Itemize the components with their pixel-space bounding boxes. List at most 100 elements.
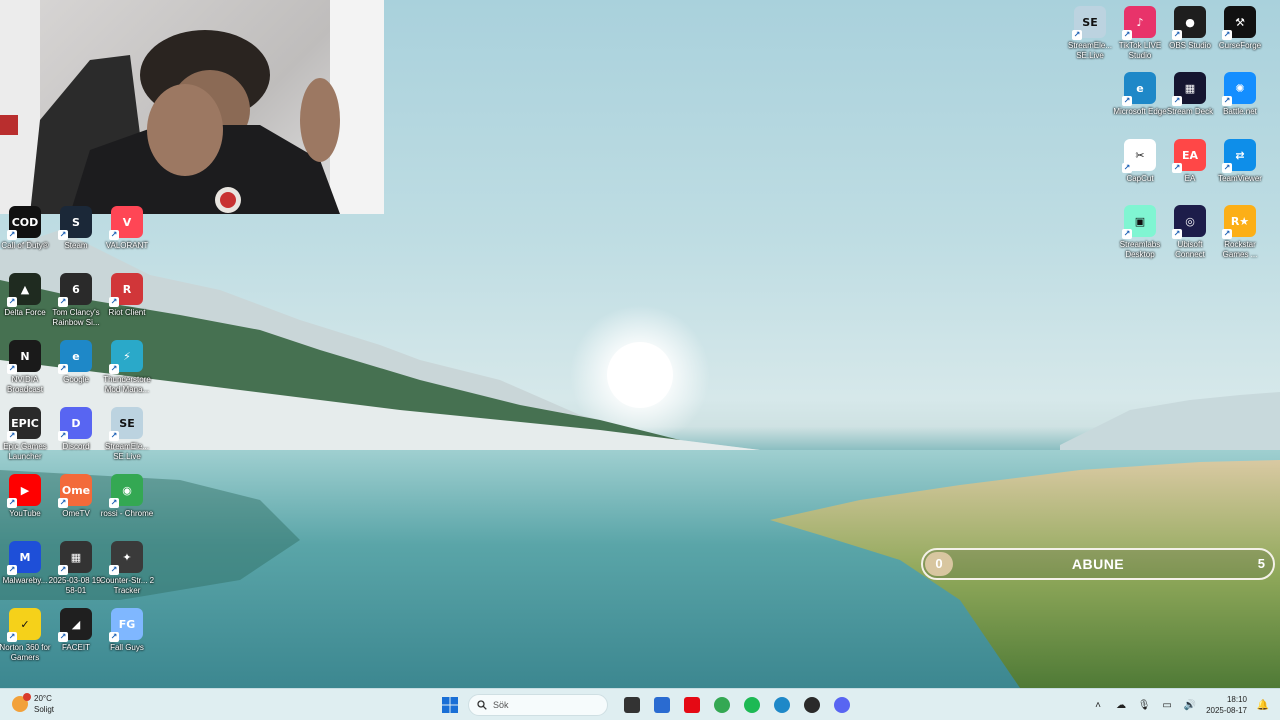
desktop-icon-epic-games[interactable]: EPIC ↗ Epic Games Launcher bbox=[0, 407, 50, 462]
desktop-icon-norton[interactable]: ✓ ↗ Norton 360 for Gamers bbox=[0, 608, 51, 663]
desktop-icon-label: Call of Duty® bbox=[1, 241, 49, 250]
microphone-icon[interactable]: 🎙 bbox=[1137, 698, 1151, 712]
chrome-button[interactable] bbox=[710, 693, 734, 717]
desktop-icon-malwarebytes[interactable]: M ↗ Malwareby... bbox=[0, 541, 50, 586]
desktop-icon-delta-force[interactable]: ▲ ↗ Delta Force bbox=[0, 273, 50, 318]
epic-games-icon-glyph: EPIC bbox=[11, 416, 39, 430]
desktop-icon-teamviewer[interactable]: ⇄ ↗ TeamViewer bbox=[1215, 139, 1265, 184]
desktop-icon-cs2-tracker[interactable]: ✦ ↗ Counter-Str... 2 Tracker bbox=[100, 541, 154, 596]
weather-condition: Soligt bbox=[34, 705, 55, 714]
desktop-icon-ometv[interactable]: Ome ↗ OmeTV bbox=[51, 474, 101, 519]
start-button[interactable] bbox=[438, 693, 462, 717]
shortcut-arrow-icon: ↗ bbox=[1172, 96, 1182, 106]
desktop-icon-label: CurseForge bbox=[1218, 41, 1262, 50]
cs2-tracker-icon-glyph: ✦ bbox=[122, 550, 132, 564]
desktop-icon-label: Thunderstore Mod Mana... bbox=[103, 375, 151, 394]
desktop-icon-faceit[interactable]: ◢ ↗ FACEIT bbox=[51, 608, 101, 653]
desktop-icon-streamelements[interactable]: SE ↗ StreamEle... SE.Live bbox=[1065, 6, 1115, 61]
desktop-icon-label: StreamEle... SE.Live bbox=[104, 442, 149, 461]
desktop-icon-label: Rockstar Games ... bbox=[1222, 240, 1258, 259]
stream-deck-icon: ▦ ↗ bbox=[1172, 72, 1206, 106]
desktop-icon-valorant[interactable]: V ↗ VALORANT bbox=[102, 206, 152, 251]
desktop-icon-label: VALORANT bbox=[105, 241, 149, 250]
desktop-icon-youtube[interactable]: ▶ ↗ YouTube bbox=[0, 474, 50, 519]
obs-icon-glyph: ● bbox=[1185, 15, 1195, 29]
chevron-up-icon[interactable]: ˄ bbox=[1091, 698, 1105, 712]
desktop-icon-label: StreamEle... SE.Live bbox=[1067, 41, 1112, 60]
video-file-icon: ▦ ↗ bbox=[58, 541, 92, 575]
desktop-icon-steam[interactable]: S ↗ Steam bbox=[51, 206, 101, 251]
desktop-icon-call-of-duty[interactable]: COD ↗ Call of Duty® bbox=[0, 206, 50, 251]
desktop-icon-capcut[interactable]: ✂ ↗ CapCut bbox=[1115, 139, 1165, 184]
desktop-icon-riot-client[interactable]: R ↗ Riot Client bbox=[102, 273, 152, 318]
desktop-icon-label: OBS Studio bbox=[1169, 41, 1211, 50]
streamelements-icon-glyph: SE bbox=[119, 416, 135, 430]
desktop-icon-label: Battle.net bbox=[1223, 107, 1257, 116]
desktop-icon-label: YouTube bbox=[9, 509, 41, 518]
desktop-icon-video-file[interactable]: ▦ ↗ 2025-03-08 19-58-01 bbox=[49, 541, 103, 596]
riot-client-icon: R ↗ bbox=[109, 273, 143, 307]
desktop-icon-curseforge[interactable]: ⚒ ↗ CurseForge bbox=[1215, 6, 1265, 51]
netflix-icon bbox=[684, 697, 700, 713]
desktop-icon-obs[interactable]: ● ↗ OBS Studio bbox=[1165, 6, 1215, 51]
system-tray: ˄ ☁ 🎙 ▭ 🔊 18:10 2025-08-17 🔔 bbox=[1091, 689, 1280, 720]
desktop-icon-battlenet[interactable]: ✺ ↗ Battle.net bbox=[1215, 72, 1265, 117]
desktop-icon-label: Delta Force bbox=[4, 308, 46, 317]
desktop-icon-fall-guys[interactable]: FG ↗ Fall Guys bbox=[102, 608, 152, 653]
teamviewer-icon: ⇄ ↗ bbox=[1222, 139, 1256, 173]
thunderstore-icon: ⚡ ↗ bbox=[109, 340, 143, 374]
taskbar-search-box[interactable]: Sök bbox=[468, 694, 608, 716]
network-icon[interactable]: ▭ bbox=[1160, 698, 1174, 712]
curseforge-icon: ⚒ ↗ bbox=[1222, 6, 1256, 40]
edge-icon-glyph: e bbox=[1136, 81, 1144, 95]
onedrive-cloud-icon[interactable]: ☁ bbox=[1114, 698, 1128, 712]
desktop-icon-chrome[interactable]: ◉ ↗ rossi - Chrome bbox=[101, 474, 153, 519]
desktop-icon-label: OmeTV bbox=[62, 509, 90, 518]
desktop-icon-rockstar[interactable]: R★ ↗ Rockstar Games ... bbox=[1215, 205, 1265, 260]
desktop-icon-nvidia-broadcast[interactable]: N ↗ NVIDIA Broadcast bbox=[0, 340, 50, 395]
malwarebytes-icon: M ↗ bbox=[7, 541, 41, 575]
weather-widget[interactable]: 20°C Soligt bbox=[12, 693, 54, 715]
desktop-icon-thunderstore[interactable]: ⚡ ↗ Thunderstore Mod Mana... bbox=[102, 340, 152, 395]
teamviewer-icon-glyph: ⇄ bbox=[1235, 148, 1245, 162]
obs-icon: ● ↗ bbox=[1172, 6, 1206, 40]
video-file-icon-glyph: ▦ bbox=[70, 550, 82, 564]
rainbow-six-icon: 6 ↗ bbox=[58, 273, 92, 307]
ometv-icon-glyph: Ome bbox=[61, 483, 91, 497]
edge-button[interactable] bbox=[770, 693, 794, 717]
desktop-icon-tiktok-live[interactable]: ♪ ↗ TikTok LIVE Studio bbox=[1115, 6, 1165, 61]
ea-icon-glyph: EA bbox=[1181, 148, 1199, 162]
desktop-icon-ea[interactable]: EA ↗ EA bbox=[1165, 139, 1215, 184]
shortcut-arrow-icon: ↗ bbox=[58, 632, 68, 642]
desktop-icon-discord[interactable]: D ↗ Discord bbox=[51, 407, 101, 452]
shortcut-arrow-icon: ↗ bbox=[1222, 96, 1232, 106]
desktop-icon-edge-google[interactable]: e ↗ Google bbox=[51, 340, 101, 385]
desktop-icon-label: Norton 360 for Gamers bbox=[0, 643, 51, 662]
obs-button[interactable] bbox=[800, 693, 824, 717]
valorant-icon-glyph: V bbox=[122, 215, 132, 229]
clock[interactable]: 18:10 2025-08-17 bbox=[1206, 694, 1247, 716]
shortcut-arrow-icon: ↗ bbox=[1172, 229, 1182, 239]
task-view-icon bbox=[624, 697, 640, 713]
streamlabs-icon: ▣ ↗ bbox=[1122, 205, 1156, 239]
desktop-icon-edge[interactable]: e ↗ Microsoft Edge bbox=[1113, 72, 1167, 117]
ms-store-button[interactable] bbox=[650, 693, 674, 717]
desktop-icon-streamelements[interactable]: SE ↗ StreamEle... SE.Live bbox=[102, 407, 152, 462]
spotify-button[interactable] bbox=[740, 693, 764, 717]
notification-icon[interactable]: 🔔 bbox=[1256, 698, 1270, 712]
task-view-button[interactable] bbox=[620, 693, 644, 717]
cs2-tracker-icon: ✦ ↗ bbox=[109, 541, 143, 575]
desktop-icon-streamlabs[interactable]: ▣ ↗ Streamlabs Desktop bbox=[1115, 205, 1165, 260]
desktop-icon-ubisoft[interactable]: ◎ ↗ Ubisoft Connect bbox=[1165, 205, 1215, 260]
faceit-icon-glyph: ◢ bbox=[71, 617, 81, 631]
taskbar: 20°C Soligt Sök ˄ ☁ 🎙 ▭ 🔊 18:10 2025-08-… bbox=[0, 688, 1280, 720]
store-icon bbox=[654, 697, 670, 713]
discord-button[interactable] bbox=[830, 693, 854, 717]
volume-icon[interactable]: 🔊 bbox=[1183, 698, 1197, 712]
nvidia-broadcast-icon: N ↗ bbox=[7, 340, 41, 374]
desktop-icon-stream-deck[interactable]: ▦ ↗ Stream Deck bbox=[1165, 72, 1215, 117]
netflix-button[interactable] bbox=[680, 693, 704, 717]
desktop-icon-label: Epic Games Launcher bbox=[3, 442, 47, 461]
shortcut-arrow-icon: ↗ bbox=[1072, 30, 1082, 40]
desktop-icon-rainbow-six[interactable]: 6 ↗ Tom Clancy's Rainbow Si... bbox=[51, 273, 101, 328]
